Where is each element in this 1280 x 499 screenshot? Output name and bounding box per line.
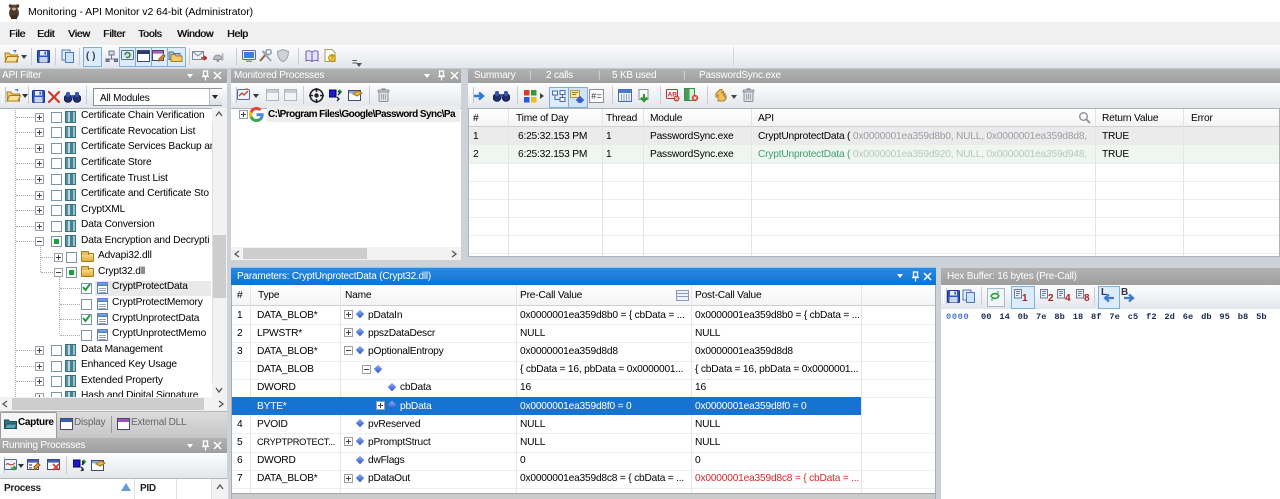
svg-text:#=: #= xyxy=(591,92,602,102)
